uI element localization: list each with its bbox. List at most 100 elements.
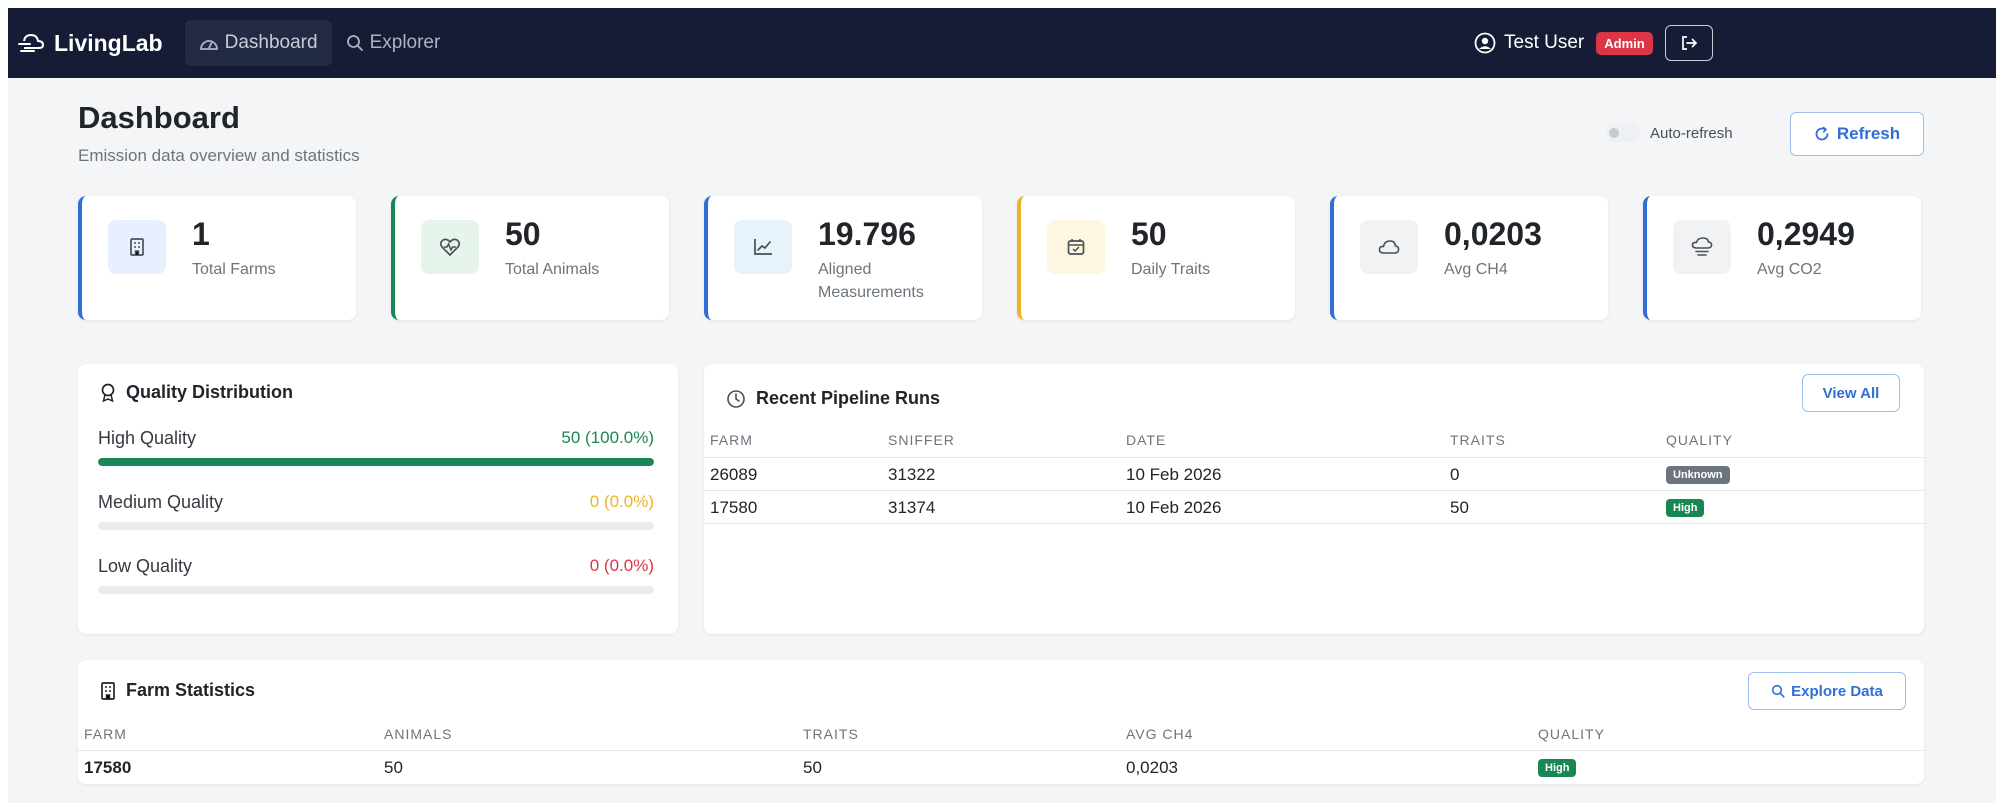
view-all-button[interactable]: View All: [1802, 374, 1900, 412]
user-circle-icon: [1474, 32, 1496, 54]
stat-card-avg-co2: 0,2949 Avg CO2: [1643, 196, 1921, 320]
cell-animals: 50: [384, 758, 403, 777]
stat-card-avg-ch4: 0,0203 Avg CH4: [1330, 196, 1608, 320]
brand-name: LivingLab: [54, 29, 163, 56]
stat-label: Avg CO2: [1757, 261, 1822, 278]
page-title: Dashboard: [78, 100, 240, 135]
stat-value: 0,0203: [1444, 216, 1542, 252]
cloud-wind-icon: [18, 33, 45, 52]
quality-bar-track: [98, 586, 654, 594]
user-menu[interactable]: Test User: [1474, 32, 1584, 54]
quality-label: Low Quality: [98, 556, 193, 576]
top-navbar: LivingLab Dashboard Explorer Test User A…: [8, 8, 1996, 78]
calendar-check-icon: [1067, 239, 1085, 255]
cell-traits: 50: [1450, 498, 1469, 517]
auto-refresh-toggle[interactable]: [1606, 124, 1640, 142]
brand-logo[interactable]: LivingLab: [18, 30, 163, 57]
nav-link-dashboard[interactable]: Dashboard: [184, 20, 332, 66]
pipeline-panel-title: Recent Pipeline Runs: [726, 388, 940, 409]
column-header: TRAITS: [1450, 432, 1506, 448]
quality-bar-fill: [98, 458, 654, 466]
column-header: SNIFFER: [888, 432, 955, 448]
stat-value: 50: [1131, 216, 1167, 252]
stat-label: Avg CH4: [1444, 261, 1508, 278]
stat-icon-box: [1047, 220, 1105, 274]
column-header: FARM: [710, 432, 753, 448]
stat-card-daily-traits: 50 Daily Traits: [1017, 196, 1295, 320]
quality-badge: High: [1666, 499, 1705, 517]
row-divider: [78, 750, 1924, 751]
column-header: ANIMALS: [384, 726, 453, 742]
auto-refresh-label: Auto-refresh: [1650, 124, 1733, 142]
refresh-icon: [1815, 126, 1829, 141]
column-header: TRAITS: [803, 726, 859, 742]
nav-link-explorer[interactable]: Explorer: [332, 20, 455, 66]
column-header: FARM: [84, 726, 127, 742]
line-chart-icon: [754, 239, 772, 255]
farm-stats-panel-title: Farm Statistics: [100, 680, 255, 701]
cell-traits: 0: [1450, 465, 1460, 484]
nav-link-dashboard-label: Dashboard: [224, 32, 318, 53]
cell-farm: 26089: [710, 465, 758, 484]
cell-farm: 17580: [710, 498, 758, 517]
cell-avg-ch4: 0,0203: [1126, 758, 1178, 777]
quality-badge: High: [1538, 759, 1577, 777]
cell-sniffer: 31374: [888, 498, 936, 517]
quality-bar-track: [98, 522, 654, 530]
stat-icon-box: [421, 220, 479, 274]
gauge-icon: [199, 40, 218, 50]
role-badge: Admin: [1596, 31, 1653, 55]
row-divider: [704, 523, 1924, 524]
logout-icon: [1681, 36, 1697, 50]
cell-traits: 50: [803, 758, 822, 777]
cloud-haze-icon: [1691, 237, 1713, 256]
refresh-button[interactable]: Refresh: [1790, 112, 1924, 156]
column-header: AVG CH4: [1126, 726, 1194, 742]
stat-card-aligned-measurements: 19.796 Aligned Measurements: [704, 196, 982, 320]
quality-label: High Quality: [98, 428, 197, 448]
cell-farm: 17580: [84, 758, 132, 777]
stat-icon-box: [1673, 220, 1731, 274]
cell-sniffer: 31322: [888, 465, 936, 484]
quality-value: 50 (100.0%): [561, 428, 654, 447]
search-icon: [346, 35, 363, 51]
stat-label: Daily Traits: [1131, 261, 1211, 278]
user-area: Test User Admin: [1474, 20, 1713, 66]
stat-icon-box: [734, 220, 792, 274]
stat-card-total-farms: 1 Total Farms: [78, 196, 356, 320]
stat-value: 50: [505, 216, 541, 252]
heart-pulse-icon: [439, 238, 461, 257]
stat-label: Total Animals: [505, 261, 600, 278]
stat-label: Aligned Measurements: [818, 261, 924, 301]
quality-value: 0 (0.0%): [589, 492, 654, 511]
nav-link-explorer-label: Explorer: [369, 32, 441, 53]
stat-card-total-animals: 50 Total Animals: [391, 196, 669, 320]
quality-title-text: Quality Distribution: [126, 382, 294, 402]
quality-value: 0 (0.0%): [589, 556, 654, 575]
farm-statistics-panel: Farm Statistics Explore Data FARM ANIMAL…: [78, 660, 1924, 784]
stat-label: Total Farms: [192, 261, 276, 278]
column-header: QUALITY: [1538, 726, 1605, 742]
quality-panel-title: Quality Distribution: [100, 382, 293, 403]
explore-data-label: Explore Data: [1791, 682, 1883, 700]
cell-date: 10 Feb 2026: [1126, 498, 1222, 517]
building-icon: [101, 681, 115, 700]
search-icon: [1772, 684, 1785, 698]
cloud-icon: [1378, 240, 1400, 254]
column-header: QUALITY: [1666, 432, 1733, 448]
farm-stats-title-text: Farm Statistics: [126, 680, 256, 700]
row-divider: [704, 490, 1924, 491]
explore-data-button[interactable]: Explore Data: [1748, 672, 1906, 710]
building-icon: [130, 238, 144, 256]
quality-bar-track: [98, 458, 654, 466]
page-subtitle: Emission data overview and statistics: [78, 146, 360, 165]
stat-value: 0,2949: [1757, 216, 1855, 252]
pipeline-title-text: Recent Pipeline Runs: [756, 388, 941, 408]
quality-badge: Unknown: [1666, 466, 1730, 484]
auto-refresh-control[interactable]: Auto-refresh: [1606, 124, 1733, 142]
app-frame: LivingLab Dashboard Explorer Test User A…: [8, 8, 1996, 803]
logout-button[interactable]: [1664, 25, 1713, 61]
stat-icon-box: [108, 220, 166, 274]
row-divider: [704, 457, 1924, 458]
column-header: DATE: [1126, 432, 1167, 448]
